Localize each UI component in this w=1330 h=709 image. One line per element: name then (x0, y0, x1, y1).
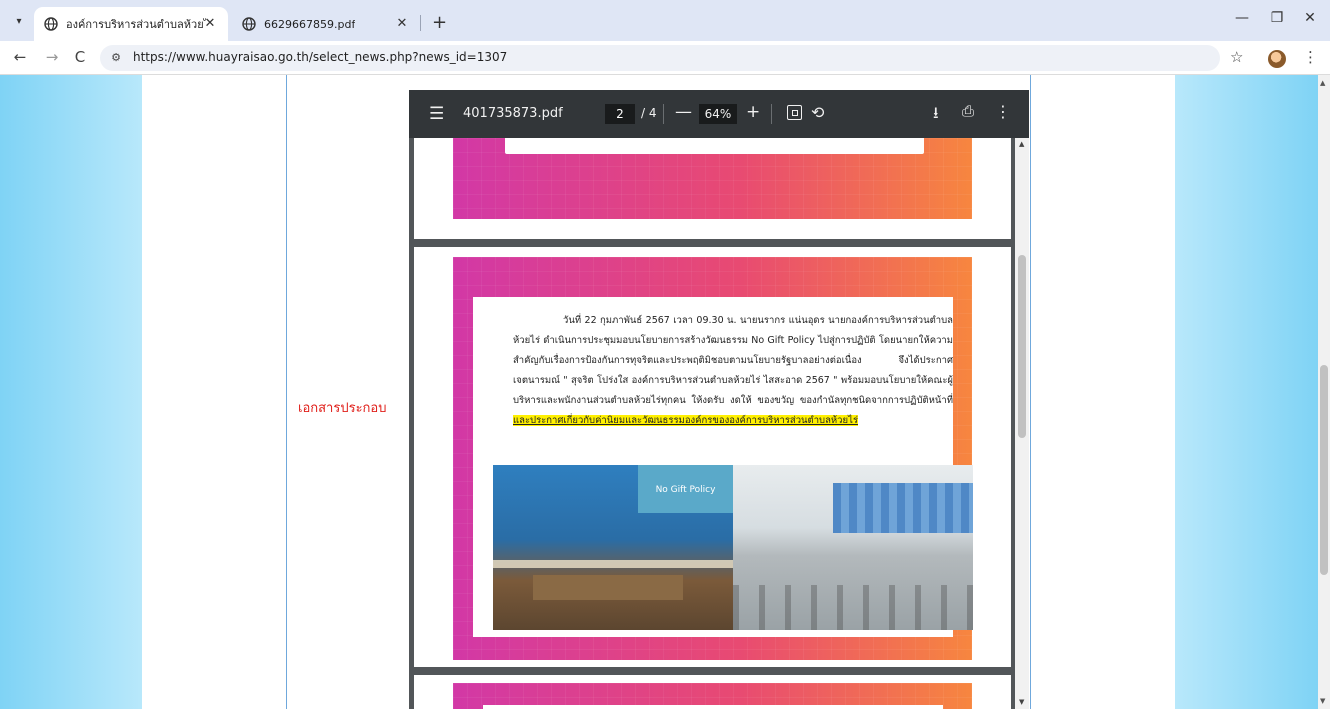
scroll-down-arrow[interactable]: ▼ (1320, 697, 1325, 705)
page-scroll-thumb[interactable] (1320, 365, 1328, 575)
print-icon[interactable]: ⎙ (962, 102, 974, 120)
left-side-panel (0, 75, 142, 709)
poster-background: วันที่ 22 กุมภาพันธ์ 2567 เวลา 09.30 น. … (453, 257, 973, 660)
site-info-icon[interactable]: ⚙ (108, 50, 124, 66)
page-total: / 4 (641, 106, 657, 120)
page-number-input[interactable]: 2 (605, 104, 635, 124)
window-close-button[interactable]: ✕ (1300, 10, 1320, 26)
reload-button[interactable]: C (70, 48, 90, 66)
zoom-level-input[interactable]: 64% (699, 104, 737, 124)
toolbar-divider (663, 104, 664, 124)
restore-button[interactable]: ❐ (1267, 10, 1287, 26)
tab-strip: ▾ องค์การบริหารส่วนตำบลห้วยไร่ อำเภอ ✕ 6… (0, 0, 1330, 41)
zoom-in-button[interactable]: + (746, 102, 760, 122)
tab-title: องค์การบริหารส่วนตำบลห้วยไร่ อำเภอ (66, 18, 206, 31)
pdf-scroll-thumb[interactable] (1018, 255, 1026, 438)
minimize-button[interactable]: — (1232, 10, 1252, 26)
close-icon[interactable]: ✕ (202, 16, 218, 31)
tab-huayrai[interactable]: องค์การบริหารส่วนตำบลห้วยไร่ อำเภอ ✕ (34, 7, 228, 41)
zoom-out-button[interactable]: — (675, 102, 692, 122)
pdf-page-1 (414, 138, 1011, 239)
rotate-icon[interactable]: ⟲ (811, 103, 824, 122)
close-icon[interactable]: ✕ (394, 16, 410, 31)
forward-button[interactable]: → (42, 48, 62, 66)
profile-avatar[interactable] (1268, 50, 1286, 68)
tab-title: 6629667859.pdf (264, 17, 356, 31)
page-scrollbar[interactable]: ▲ ▼ (1318, 75, 1330, 709)
poster-paragraph: วันที่ 22 กุมภาพันธ์ 2567 เวลา 09.30 น. … (513, 311, 953, 431)
photo-banner: No Gift Policy (638, 465, 733, 513)
poster-card (483, 705, 943, 709)
content-border-right (1030, 75, 1031, 709)
pdf-page-3 (414, 675, 1011, 709)
chevron-down-icon: ▾ (16, 15, 22, 27)
toolbar-divider (771, 104, 772, 124)
tab-separator (420, 15, 421, 31)
photo-table (533, 575, 683, 600)
document-label: เอกสารประกอบ (298, 401, 387, 416)
pdf-file-name: 401735873.pdf (463, 106, 563, 121)
tab-search-button[interactable]: ▾ (8, 10, 30, 32)
hamburger-menu-icon[interactable]: ☰ (429, 104, 444, 124)
globe-icon (44, 17, 58, 31)
pdf-toolbar: ☰ 401735873.pdf 2 / 4 — 64% + ⟲ ⭳ ⎙ ⋮ (409, 90, 1029, 138)
meeting-photo: No Gift Policy (493, 465, 973, 630)
photo-chairs (733, 585, 973, 630)
poster-highlight: และประกาศเกี่ยวกับค่านิยมและวัฒนธรรมองค์… (513, 415, 858, 426)
pdf-page-2: วันที่ 22 กุมภาพันธ์ 2567 เวลา 09.30 น. … (414, 247, 1011, 667)
poster-background (453, 683, 972, 709)
right-side-panel (1175, 75, 1318, 709)
photo-curtain (833, 483, 973, 533)
back-button[interactable]: ← (10, 48, 30, 66)
address-bar[interactable]: ⚙ https://www.huayraisao.go.th/select_ne… (100, 45, 1220, 71)
url-text[interactable]: https://www.huayraisao.go.th/select_news… (133, 50, 507, 64)
browser-menu-icon[interactable]: ⋮ (1303, 48, 1318, 66)
more-options-icon[interactable]: ⋮ (995, 102, 1011, 121)
scroll-up-arrow[interactable]: ▲ (1320, 79, 1325, 87)
bookmark-star-icon[interactable]: ☆ (1230, 48, 1243, 66)
scroll-down-arrow[interactable]: ▼ (1019, 698, 1024, 706)
poster-card (505, 138, 924, 154)
poster-card: วันที่ 22 กุมภาพันธ์ 2567 เวลา 09.30 น. … (473, 297, 973, 637)
tab-pdf[interactable]: 6629667859.pdf ✕ (232, 7, 420, 41)
pdf-viewer: ☰ 401735873.pdf 2 / 4 — 64% + ⟲ ⭳ ⎙ ⋮ วั… (409, 90, 1029, 709)
download-icon[interactable]: ⭳ (933, 102, 939, 129)
new-tab-button[interactable]: + (432, 12, 447, 33)
globe-icon (242, 17, 256, 31)
pdf-scrollbar[interactable]: ▲ ▼ (1015, 138, 1029, 709)
web-page: เอกสารประกอบ ☰ 401735873.pdf 2 / 4 — 64%… (0, 75, 1318, 709)
browser-toolbar: ← → C ⚙ https://www.huayraisao.go.th/sel… (0, 41, 1330, 75)
photo-banner-text: No Gift Policy (655, 485, 716, 495)
fit-page-icon[interactable] (787, 105, 802, 120)
content-border-left (286, 75, 287, 709)
poster-background (453, 138, 972, 219)
poster-paragraph-main: วันที่ 22 กุมภาพันธ์ 2567 เวลา 09.30 น. … (513, 315, 953, 406)
scroll-up-arrow[interactable]: ▲ (1019, 140, 1024, 148)
